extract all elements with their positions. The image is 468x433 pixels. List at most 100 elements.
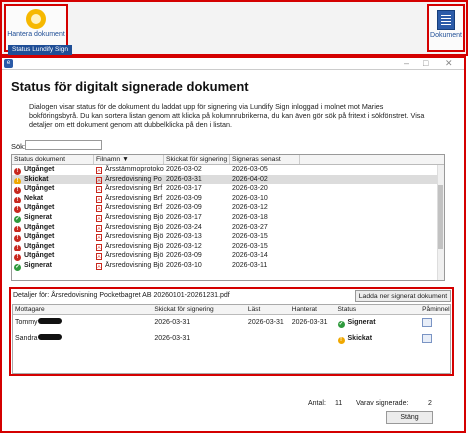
ribbon-group-label: Status Lundify Sign bbox=[8, 45, 72, 55]
status-cell: ! Nekat bbox=[12, 194, 94, 204]
table-row[interactable]: ! Skickat A Årsredovisning Po 2026-03-31 2026… bbox=[12, 174, 444, 185]
status-text: Signerat bbox=[24, 213, 53, 221]
col-deadline[interactable]: Signeras senast bbox=[230, 155, 300, 164]
status-cell: ! Utgånget bbox=[12, 251, 94, 261]
pdf-icon: A bbox=[96, 195, 102, 203]
lundify-sign-icon bbox=[26, 9, 46, 29]
recipient-row[interactable]: Tommy 2026-03-31 2026-03-31 2026-03-31 ✓ Sign… bbox=[13, 315, 450, 331]
sent-cell: 2026-03-09 bbox=[166, 204, 202, 212]
filename-text: Årsredovisning Bjö bbox=[105, 242, 164, 250]
deadline-cell: 2026-03-12 bbox=[232, 204, 268, 212]
table-row[interactable]: ! Utgånget A Årsredovisning Bjö 2026-03-12 20… bbox=[12, 242, 444, 252]
recipient-status-cell: ! Skickat bbox=[336, 331, 421, 347]
manage-documents-button[interactable]: Hantera dokument Status Lundify Sign bbox=[4, 4, 72, 55]
table-row[interactable]: ✓ Signerat A Årsredovisning Bjö 2026-03-10 20… bbox=[12, 261, 444, 271]
col-filename[interactable]: Filnamn ▼ bbox=[94, 155, 164, 164]
pdf-icon: A bbox=[96, 234, 102, 242]
status-text: Skickat bbox=[24, 175, 49, 183]
status-cell: ! Utgånget bbox=[12, 242, 94, 252]
sent-cell: 2026-03-10 bbox=[166, 261, 202, 269]
dialog-description: Dialogen visar status för de dokument du… bbox=[29, 102, 425, 129]
status-red-icon: ! bbox=[14, 244, 21, 252]
scrollbar-thumb[interactable] bbox=[438, 185, 443, 249]
reminder-cell bbox=[420, 315, 450, 331]
deadline-cell: 2026-03-15 bbox=[232, 242, 268, 250]
filename-text: Årsredovisning Brf bbox=[105, 194, 163, 202]
dialog-title: Status för digitalt signerade dokument bbox=[11, 79, 249, 94]
close-icon[interactable]: ✕ bbox=[445, 58, 453, 69]
pdf-icon: A bbox=[96, 224, 102, 232]
signed-value: 2 bbox=[428, 400, 432, 407]
recipient-row[interactable]: Sandra 2026-03-31! Skickat bbox=[13, 331, 450, 347]
table-row[interactable]: ! Nekat A Årsredovisning Brf 2026-03-09 2026-… bbox=[12, 194, 444, 204]
search-input[interactable] bbox=[25, 140, 102, 150]
filename-cell: A Årsredovisning Bjö bbox=[94, 261, 164, 271]
ribbon: Hantera dokument Status Lundify Sign Dok… bbox=[0, 0, 468, 56]
status-yellow-icon: ! bbox=[14, 177, 21, 185]
download-signed-button[interactable]: Ladda ner signerat dokument bbox=[355, 290, 451, 302]
redaction-mark bbox=[37, 334, 62, 340]
filename-cell: A Årsredovisning Brf bbox=[94, 184, 164, 194]
status-text: Signerat bbox=[24, 261, 53, 269]
deadline-cell: 2026-03-10 bbox=[232, 194, 268, 202]
status-cell: ! Utgånget bbox=[12, 232, 94, 242]
table-row[interactable]: ! Utgånget A Årsredovisning Bjö 2026-03-24 20… bbox=[12, 223, 444, 233]
pdf-icon: A bbox=[96, 205, 102, 213]
minimize-icon[interactable]: – bbox=[404, 58, 409, 69]
status-red-icon: ! bbox=[14, 168, 21, 175]
document-button[interactable]: Dokument bbox=[427, 4, 465, 52]
count-label: Antal: bbox=[308, 400, 326, 407]
detail-title: Detaljer för: Årsredovisning Pocketbagre… bbox=[13, 292, 230, 299]
col-recipient-sent[interactable]: Skickat för signering bbox=[152, 305, 246, 314]
status-cell: ✓ Signerat bbox=[12, 261, 94, 271]
status-red-icon: ! bbox=[14, 225, 21, 233]
table-row[interactable]: ! Utgånget A Årsredovisning Bjö 2026-03-13 20… bbox=[12, 232, 444, 242]
filename-cell: A Årsredovisning Bjö bbox=[94, 242, 164, 252]
read-cell: 2026-03-31 bbox=[247, 319, 284, 326]
deadline-cell: 2026-03-11 bbox=[232, 261, 268, 269]
filename-cell: A Årsredovisning Po bbox=[94, 175, 164, 185]
status-cell: ! Utgånget bbox=[12, 165, 94, 175]
col-read[interactable]: Läst bbox=[246, 305, 290, 314]
table-row[interactable]: ! Utgånget A Årsstämmoprotokoll 2026-03-02 20… bbox=[12, 165, 444, 175]
table-row[interactable]: ! Utgånget A Årsredovisning Brf 2026-03-09 20… bbox=[12, 203, 444, 213]
status-green-icon: ✓ bbox=[14, 215, 21, 223]
filename-text: Årsredovisning Bjö bbox=[105, 223, 164, 231]
col-status[interactable]: Status dokument bbox=[12, 155, 94, 164]
filename-text: Årsredovisning Brf bbox=[105, 185, 163, 193]
pdf-icon: A bbox=[96, 167, 102, 174]
sent-cell: 2026-03-09 bbox=[166, 194, 202, 202]
col-sent[interactable]: Skickat för signering bbox=[164, 155, 230, 164]
recipient-name: Sandra bbox=[15, 335, 38, 342]
sent-cell: 2026-03-24 bbox=[166, 223, 202, 231]
col-reminder[interactable]: Påminnelse bbox=[420, 305, 450, 314]
document-icon bbox=[437, 10, 455, 30]
status-text: Utgånget bbox=[24, 204, 55, 212]
status-text: Utgånget bbox=[24, 166, 55, 173]
filename-text: Årsredovisning Bjö bbox=[105, 252, 164, 260]
col-recipient[interactable]: Mottagare bbox=[13, 305, 152, 314]
filename-cell: A Årsredovisning Bjö bbox=[94, 213, 164, 223]
table-row[interactable]: ! Utgånget A Årsredovisning Bjö 2026-03-09 20… bbox=[12, 251, 444, 261]
sent-cell: 2026-03-17 bbox=[166, 185, 202, 193]
app-icon: e bbox=[4, 59, 13, 68]
table-row[interactable]: ! Utgånget A Årsredovisning Brf 2026-03-17 20… bbox=[12, 184, 444, 194]
reminder-icon[interactable] bbox=[422, 317, 433, 327]
filename-cell: A Årsredovisning Bjö bbox=[94, 223, 164, 233]
col-handled[interactable]: Hanterat bbox=[290, 305, 336, 314]
deadline-cell: 2026-03-05 bbox=[232, 166, 268, 173]
reminder-icon[interactable] bbox=[422, 333, 433, 343]
sent-cell: 2026-03-09 bbox=[166, 252, 202, 260]
vertical-scrollbar[interactable] bbox=[437, 165, 444, 280]
filename-text: Årsredovisning Bjö bbox=[105, 233, 164, 241]
pdf-icon: A bbox=[96, 253, 102, 261]
maximize-icon[interactable]: □ bbox=[423, 58, 428, 69]
table-body: ! Utgånget A Årsstämmoprotokoll 2026-03-02 20… bbox=[12, 165, 444, 271]
sent-cell: 2026-03-12 bbox=[166, 242, 202, 250]
col-recipient-status[interactable]: Status bbox=[336, 305, 421, 314]
filename-cell: A Årsredovisning Bjö bbox=[94, 232, 164, 242]
redaction-mark bbox=[37, 318, 62, 324]
sent-cell: 2026-03-17 bbox=[166, 213, 202, 221]
close-button[interactable]: Stäng bbox=[386, 411, 433, 424]
table-row[interactable]: ✓ Signerat A Årsredovisning Bjö 2026-03-17 20… bbox=[12, 213, 444, 223]
